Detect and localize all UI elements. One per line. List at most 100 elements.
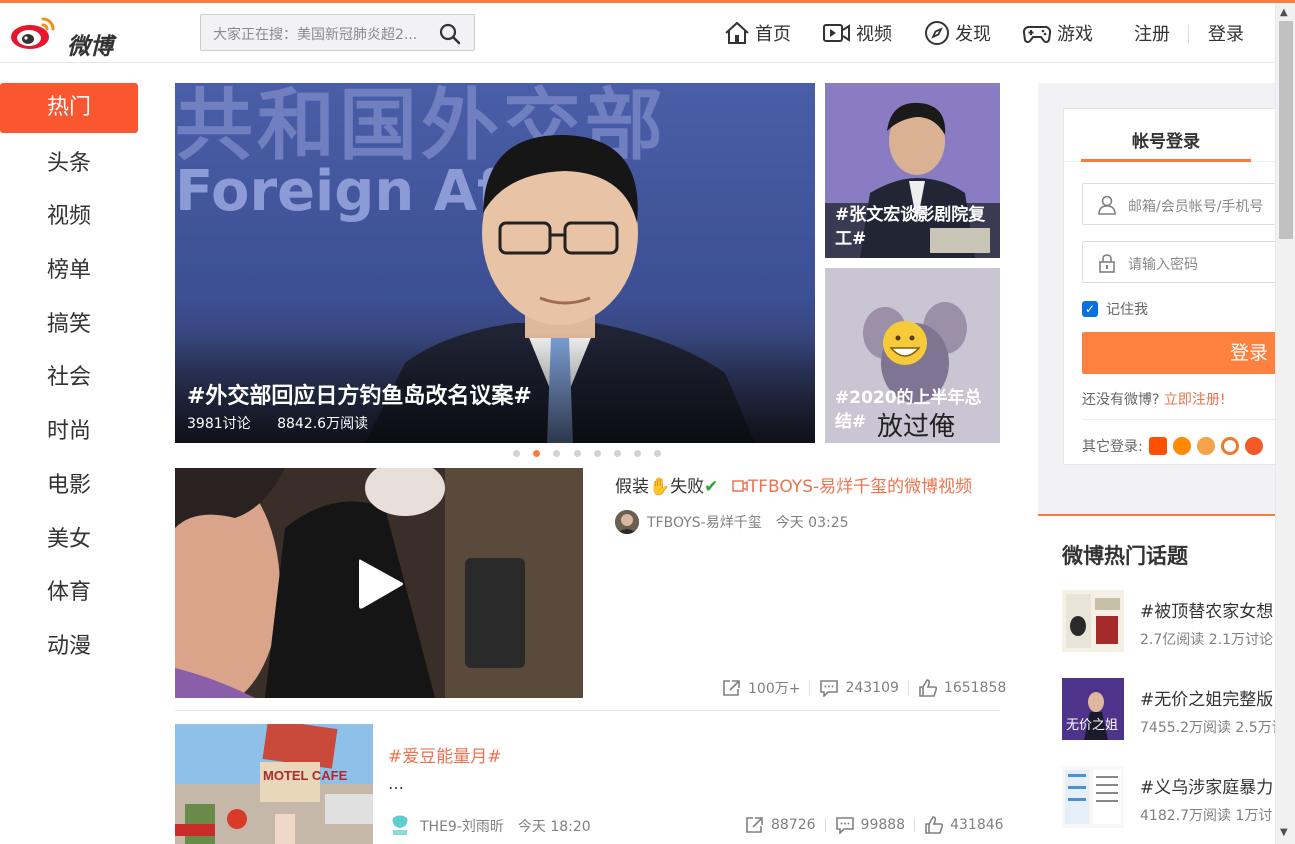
share-icon[interactable]	[722, 679, 742, 697]
nav-game[interactable]: 游戏	[1022, 20, 1093, 46]
search-box[interactable]: 大家正在搜：美国新冠肺炎超2...	[200, 14, 475, 51]
video-link-text[interactable]: TFBOYS-易烊千玺的微博视频	[748, 477, 972, 497]
side-banner-2[interactable]: #2020的上半年总结# 放过俺	[825, 268, 1000, 443]
play-icon[interactable]	[355, 556, 407, 612]
video-time: 今天 03:25	[775, 515, 849, 531]
left-nav-item-headline[interactable]: 头条	[0, 137, 138, 191]
nav-video[interactable]: 视频	[822, 20, 892, 46]
scrollbar[interactable]: ▲ ▼	[1275, 3, 1295, 844]
hero-title[interactable]: #外交部回应日方钓鱼岛改名议案#	[187, 378, 532, 410]
carousel-dot[interactable]	[573, 450, 581, 457]
hero-banner[interactable]: 共和国外交部 Foreign Af #外交部回应日方钓鱼岛改名议案# 3981讨…	[175, 83, 815, 443]
avatar[interactable]	[615, 510, 639, 534]
scrollbar-thumb[interactable]	[1279, 21, 1293, 239]
taobao-icon[interactable]	[1148, 437, 1167, 455]
like-icon[interactable]	[924, 816, 944, 834]
video-shares[interactable]: 100万+	[748, 678, 800, 698]
left-nav-item-fashion[interactable]: 时尚	[0, 405, 138, 459]
left-nav-item-funny[interactable]: 搞笑	[0, 298, 138, 352]
carousel-dot[interactable]	[613, 450, 621, 457]
search-input[interactable]: 大家正在搜：美国新冠肺炎超2...	[213, 24, 433, 44]
nav-home-label: 首页	[755, 24, 791, 45]
nav-home[interactable]: 首页	[724, 20, 791, 46]
video-title[interactable]: 假装✋失败✔ TFBOYS-易烊千玺的微博视频	[615, 472, 972, 497]
side1-title[interactable]: #张文宏谈影剧院复工#	[835, 203, 995, 251]
carousel-dot[interactable]	[553, 450, 561, 457]
post-topic[interactable]: #爱豆能量月#	[388, 742, 502, 767]
carousel-dot[interactable]	[513, 450, 520, 457]
comment-icon[interactable]	[835, 816, 855, 834]
carousel-dot-active[interactable]	[533, 450, 541, 457]
nav-discover[interactable]: 发现	[924, 20, 991, 46]
hot-topic-item[interactable]: #被顶替农家女想 2.7亿阅读 2.1万讨论	[1062, 590, 1275, 654]
post-likes[interactable]: 431846	[950, 817, 1003, 833]
avatar-image	[615, 510, 639, 534]
nav-register[interactable]: 注册	[1134, 20, 1170, 46]
left-nav-item-movie[interactable]: 电影	[0, 459, 138, 513]
hot-topic-image	[1062, 766, 1124, 828]
hot-topic-item[interactable]: #义乌涉家庭暴力 4182.7万阅读 1万讨	[1062, 766, 1275, 830]
tab-account-login[interactable]: 帐号登录	[1081, 127, 1251, 152]
comment-icon[interactable]	[819, 679, 839, 697]
avatar[interactable]	[388, 814, 412, 838]
video-likes[interactable]: 1651858	[944, 680, 1006, 696]
compass-icon	[925, 21, 949, 45]
password-field[interactable]: 请输入密码	[1082, 241, 1282, 283]
remember-label[interactable]: 记住我	[1106, 299, 1148, 319]
carousel-dot[interactable]	[654, 450, 662, 457]
post-comments[interactable]: 99888	[861, 817, 906, 833]
post-shares[interactable]: 88726	[771, 817, 816, 833]
qq-icon[interactable]	[1172, 437, 1191, 455]
no-account-text: 还没有微博?	[1082, 392, 1160, 408]
remember-me[interactable]: ✓ 记住我	[1082, 299, 1148, 319]
search-icon[interactable]	[439, 23, 461, 45]
lock-icon	[1099, 254, 1115, 273]
hot-topic-name[interactable]: #无价之姐完整版	[1140, 685, 1273, 710]
nav-login-label[interactable]: 登录	[1208, 20, 1244, 46]
left-nav-item-anime[interactable]: 动漫	[0, 620, 138, 674]
video-author[interactable]: TFBOYS-易烊千玺	[647, 512, 762, 532]
side-banner-1[interactable]: #张文宏谈影剧院复工#	[825, 83, 1000, 258]
feed-divider	[175, 710, 1000, 711]
post-thumbnail[interactable]: MOTEL CAFE	[175, 724, 373, 844]
video-link[interactable]: TFBOYS-易烊千玺的微博视频	[732, 477, 972, 497]
left-nav-item-ranking[interactable]: 榜单	[0, 244, 138, 298]
carousel-dot[interactable]	[593, 450, 601, 457]
carousel-dot[interactable]	[634, 450, 642, 457]
username-field[interactable]: 邮箱/会员帐号/手机号	[1082, 183, 1282, 225]
left-nav-item-beauty[interactable]: 美女	[0, 513, 138, 567]
stats-divider	[809, 681, 811, 695]
nav-game-label: 游戏	[1057, 24, 1093, 45]
video-comments[interactable]: 243109	[845, 680, 898, 696]
hot-topic-name[interactable]: #被顶替农家女想	[1140, 597, 1273, 622]
video-thumbnail[interactable]	[175, 468, 583, 698]
scroll-down-icon[interactable]: ▼	[1280, 827, 1288, 838]
share-icon[interactable]	[745, 816, 765, 834]
hot-topic-image-text: 无价之姐	[1066, 718, 1119, 733]
weibo-logo[interactable]: 微博	[10, 13, 120, 60]
left-nav-item-society[interactable]: 社会	[0, 351, 138, 405]
nav-register-label[interactable]: 注册	[1134, 20, 1170, 46]
video-title-fail: 失败	[670, 477, 705, 497]
360-icon[interactable]	[1244, 437, 1263, 455]
post-image-sign: MOTEL CAFE	[263, 768, 348, 783]
left-nav-item-sports[interactable]: 体育	[0, 566, 138, 620]
hot-topic-item[interactable]: 无价之姐 #无价之姐完整版 7455.2万阅读 2.5万讨	[1062, 678, 1286, 742]
like-icon[interactable]	[918, 679, 938, 697]
register-link[interactable]: 立即注册!	[1164, 392, 1226, 408]
nav-login[interactable]: 登录	[1208, 20, 1244, 46]
tianyi-icon[interactable]	[1220, 437, 1239, 455]
login-button[interactable]: 登录	[1082, 332, 1282, 374]
left-nav-item-hot[interactable]: 热门	[0, 83, 138, 133]
post-author[interactable]: THE9-刘雨昕	[420, 816, 504, 836]
scroll-up-icon[interactable]: ▲	[1280, 7, 1288, 18]
alipay-icon[interactable]	[1196, 437, 1215, 455]
login-panel: 帐号登录 邮箱/会员帐号/手机号 请输入密码 ✓ 记住我 登录 还没有微博? 立…	[1063, 108, 1282, 465]
remember-checkbox[interactable]: ✓	[1082, 301, 1098, 317]
left-nav-item-video[interactable]: 视频	[0, 190, 138, 244]
logo-text: 微博	[67, 34, 113, 60]
gamepad-icon	[1022, 26, 1052, 43]
nav-discover-label: 发现	[955, 24, 991, 45]
hot-topic-name[interactable]: #义乌涉家庭暴力	[1140, 773, 1273, 798]
header: 微博 大家正在搜：美国新冠肺炎超2... 首页 视频 发现 游戏 注册 登录	[0, 3, 1275, 63]
